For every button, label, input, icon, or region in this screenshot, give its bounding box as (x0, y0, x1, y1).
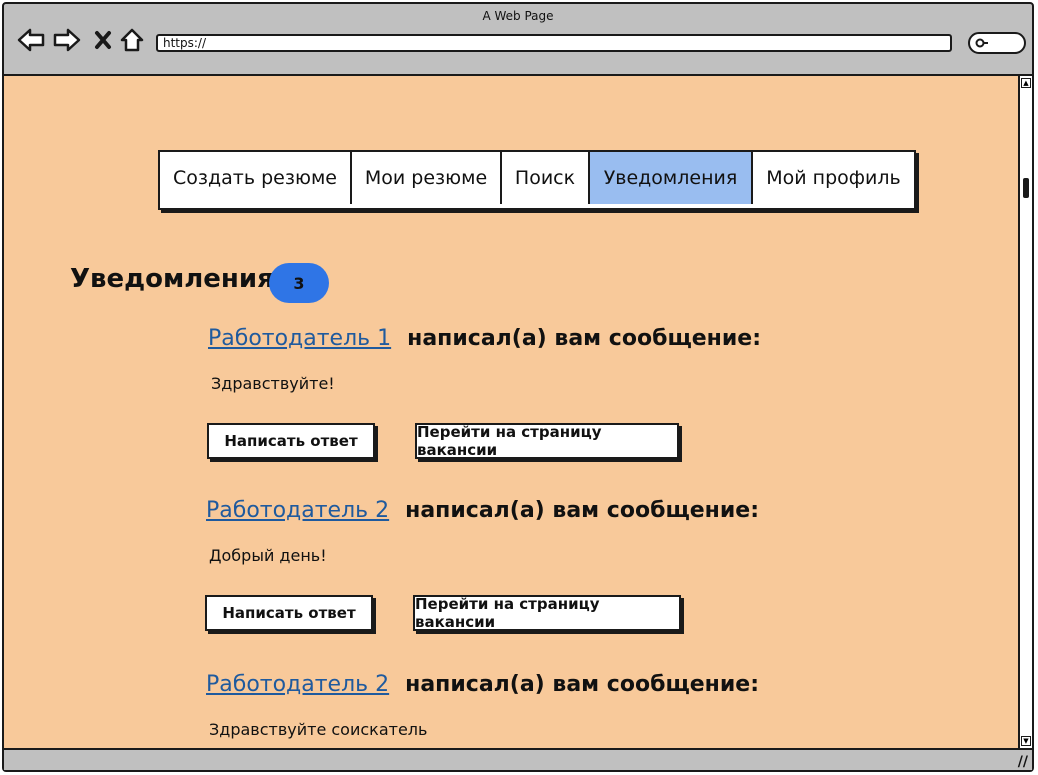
notification-action-text: написал(а) вам сообщение: (405, 498, 760, 523)
tab-notifications[interactable]: Уведомления (590, 152, 753, 204)
notification-action-text: написал(а) вам сообщение: (407, 326, 762, 351)
sender-link[interactable]: Работодатель 1 (208, 326, 391, 351)
window-title: A Web Page (482, 9, 554, 23)
tab-search[interactable]: Поиск (502, 152, 590, 204)
tab-my-resumes[interactable]: Мои резюме (352, 152, 502, 204)
page-title: Уведомления (70, 264, 274, 294)
message-text: Здравствуйте соискатель (209, 720, 428, 739)
status-bar: // (4, 748, 1032, 770)
notification-item: Работодатель 1 написал(а) вам сообщение: (208, 326, 761, 351)
browser-search-field[interactable] (968, 32, 1026, 54)
page-viewport: Создать резюме Мои резюме Поиск Уведомле… (4, 74, 1018, 748)
notification-item: Работодатель 2 написал(а) вам сообщение: (206, 498, 759, 523)
sender-link[interactable]: Работодатель 2 (206, 498, 389, 523)
forward-icon[interactable] (52, 24, 82, 56)
main-nav: Создать резюме Мои резюме Поиск Уведомле… (158, 150, 916, 210)
message-text: Добрый день! (209, 546, 327, 565)
go-to-vacancy-button[interactable]: Перейти на страницу вакансии (415, 423, 679, 459)
browser-window: A Web Page https:// Создать резюме Мои р… (2, 2, 1034, 772)
address-bar[interactable]: https:// (156, 34, 952, 52)
scroll-down-icon[interactable]: ▼ (1021, 736, 1031, 746)
notification-action-text: написал(а) вам сообщение: (405, 672, 760, 697)
notification-item: Работодатель 2 написал(а) вам сообщение: (206, 672, 759, 697)
scroll-up-icon[interactable]: ▲ (1021, 78, 1031, 88)
resize-grip-icon[interactable]: // (1018, 754, 1028, 770)
search-icon (975, 38, 988, 48)
home-icon[interactable] (118, 24, 146, 56)
tab-my-profile[interactable]: Мой профиль (753, 152, 914, 204)
notification-count-badge: 3 (269, 263, 329, 303)
vertical-scrollbar[interactable]: ▲ ▼ (1018, 74, 1032, 748)
message-text: Здравствуйте! (211, 374, 335, 393)
tab-create-resume[interactable]: Создать резюме (160, 152, 352, 204)
reply-button[interactable]: Написать ответ (205, 595, 373, 631)
back-icon[interactable] (16, 24, 46, 56)
sender-link[interactable]: Работодатель 2 (206, 672, 389, 697)
stop-icon[interactable] (92, 24, 114, 56)
go-to-vacancy-button[interactable]: Перейти на страницу вакансии (413, 595, 681, 631)
reply-button[interactable]: Написать ответ (207, 423, 375, 459)
scroll-thumb[interactable] (1023, 178, 1029, 198)
